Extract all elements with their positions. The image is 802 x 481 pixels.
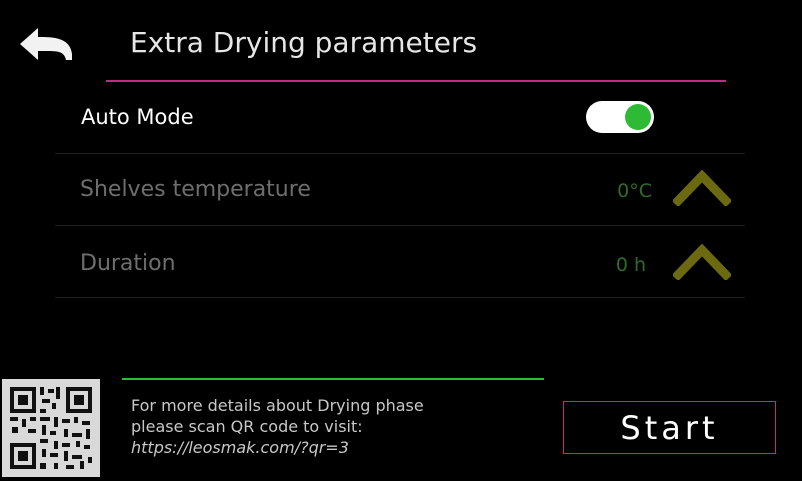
duration-value: 0 h (615, 254, 646, 276)
shelves-temperature-label: Shelves temperature (80, 177, 311, 202)
duration-label: Duration (80, 251, 176, 276)
back-arrow-icon (20, 28, 72, 60)
start-button[interactable]: Start (563, 401, 776, 454)
back-button[interactable] (16, 24, 76, 68)
divider (55, 153, 745, 154)
divider (55, 225, 745, 226)
qr-info-text: For more details about Drying phase plea… (131, 395, 424, 458)
info-line-2: please scan QR code to visit: (131, 417, 363, 436)
info-divider (122, 378, 544, 380)
toggle-knob (625, 104, 651, 130)
info-url: https://leosmak.com/?qr=3 (131, 438, 349, 457)
shelves-temperature-value: 0°C (617, 180, 652, 202)
chevron-up-icon (671, 169, 733, 208)
page-title: Extra Drying parameters (130, 26, 478, 59)
qr-code-icon (2, 379, 100, 477)
title-underline (106, 80, 726, 82)
auto-mode-label: Auto Mode (81, 105, 194, 129)
auto-mode-toggle[interactable] (586, 101, 654, 133)
chevron-up-icon (671, 243, 733, 282)
info-line-1: For more details about Drying phase (131, 396, 424, 415)
shelves-temperature-up-button[interactable] (671, 169, 733, 208)
divider (55, 297, 745, 298)
duration-up-button[interactable] (671, 243, 733, 282)
